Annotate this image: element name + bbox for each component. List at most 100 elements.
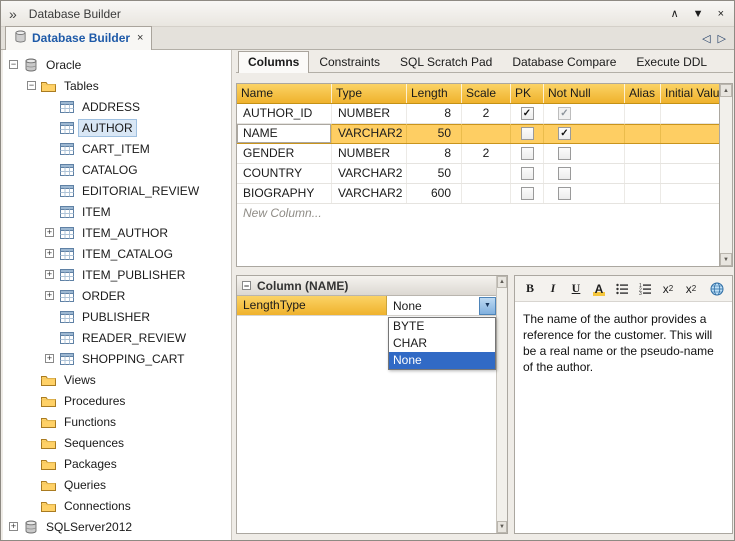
cell-name[interactable]: BIOGRAPHY (237, 184, 332, 203)
tab-database-builder[interactable]: Database Builder × (5, 26, 152, 50)
grid-scrollbar[interactable]: ▲ ▼ (720, 83, 733, 267)
dropdown-option-none[interactable]: None (389, 352, 495, 369)
pk-checkbox[interactable]: ✓ (521, 107, 534, 120)
tree-item-sqlserver2012[interactable]: +SQLServer2012 (3, 516, 231, 537)
property-group-header[interactable]: − Column (NAME) (237, 276, 496, 296)
property-scrollbar[interactable]: ▲ ▼ (496, 276, 507, 533)
cell-length[interactable]: 50 (407, 124, 462, 143)
cell-name[interactable]: COUNTRY (237, 164, 332, 183)
table-row[interactable]: NAMEVARCHAR250 ✓ (237, 124, 719, 144)
cell-length[interactable]: 600 (407, 184, 462, 203)
column-header-alias[interactable]: Alias (625, 84, 661, 103)
superscript-button[interactable]: x2 (658, 279, 678, 299)
cell-alias[interactable] (625, 104, 661, 123)
expander-box-icon[interactable]: + (45, 270, 54, 279)
cell-length[interactable]: 50 (407, 164, 462, 183)
cell-name[interactable]: AUTHOR_ID (237, 104, 332, 123)
tree-item-order[interactable]: +ORDER (3, 285, 231, 306)
combo-dropdown-button[interactable]: ▼ (479, 297, 496, 315)
cell-alias[interactable] (625, 144, 661, 163)
tree-item-sequences[interactable]: Sequences (3, 432, 231, 453)
scroll-up-button[interactable]: ▲ (497, 276, 507, 288)
table-row[interactable]: GENDERNUMBER82 (237, 144, 719, 164)
tree-item-shopping-cart[interactable]: +SHOPPING_CART (3, 348, 231, 369)
tree-item-views[interactable]: Views (3, 369, 231, 390)
cell-initial-value[interactable] (661, 164, 719, 183)
tree-item-connections[interactable]: Connections (3, 495, 231, 516)
subscript-button[interactable]: x2 (681, 279, 701, 299)
globe-button[interactable] (707, 279, 727, 299)
tree-item-author[interactable]: AUTHOR (3, 117, 231, 138)
tree-item-packages[interactable]: Packages (3, 453, 231, 474)
tree-expander-icon[interactable]: + (45, 354, 58, 363)
tree-expander-icon[interactable]: + (45, 249, 58, 258)
cell-length[interactable]: 8 (407, 144, 462, 163)
cell-initial-value[interactable] (661, 104, 719, 123)
expander-box-icon[interactable]: + (45, 291, 54, 300)
expander-box-icon[interactable]: − (9, 60, 18, 69)
tree-item-cart-item[interactable]: CART_ITEM (3, 138, 231, 159)
cell-alias[interactable] (625, 124, 661, 143)
tree-item-functions[interactable]: Functions (3, 411, 231, 432)
underline-button[interactable]: U (566, 279, 586, 299)
tree-item-reader-review[interactable]: READER_REVIEW (3, 327, 231, 348)
cell-scale[interactable]: 2 (462, 104, 511, 123)
italic-button[interactable]: I (543, 279, 563, 299)
tree-expander-icon[interactable]: − (27, 81, 40, 90)
new-column-row[interactable]: New Column... (237, 204, 719, 224)
column-header-scale[interactable]: Scale (462, 84, 511, 103)
cell-initial-value[interactable] (661, 124, 719, 143)
cell-type[interactable]: VARCHAR2 (332, 184, 407, 203)
column-header-length[interactable]: Length (407, 84, 462, 103)
scroll-down-button[interactable]: ▼ (720, 253, 732, 266)
tree-item-queries[interactable]: Queries (3, 474, 231, 495)
numbered-list-button[interactable]: 123 (635, 279, 655, 299)
notnull-checkbox[interactable]: ✓ (558, 127, 571, 140)
column-header-not-null[interactable]: Not Null (544, 84, 625, 103)
tab-close-icon[interactable]: × (137, 32, 143, 44)
font-color-button[interactable]: A (589, 279, 609, 299)
collapse-icon[interactable]: − (242, 281, 251, 290)
cell-alias[interactable] (625, 184, 661, 203)
pin-icon[interactable]: ∧ (671, 7, 679, 20)
scroll-up-button[interactable]: ▲ (720, 84, 732, 97)
cell-name[interactable]: NAME (237, 124, 332, 143)
tree-item-oracle[interactable]: −Oracle (3, 54, 231, 75)
tree-item-address[interactable]: ADDRESS (3, 96, 231, 117)
cell-scale[interactable] (462, 124, 511, 143)
tab-columns[interactable]: Columns (238, 51, 309, 73)
column-header-pk[interactable]: PK (511, 84, 544, 103)
cell-initial-value[interactable] (661, 144, 719, 163)
cell-scale[interactable] (462, 164, 511, 183)
expander-box-icon[interactable]: − (27, 81, 36, 90)
cell-type[interactable]: NUMBER (332, 144, 407, 163)
tree-item-tables[interactable]: −Tables (3, 75, 231, 96)
expander-box-icon[interactable]: + (45, 354, 54, 363)
window-menu-icon[interactable]: ▼ (693, 8, 704, 20)
tree-item-editorial-review[interactable]: EDITORIAL_REVIEW (3, 180, 231, 201)
horizontal-splitter[interactable] (236, 267, 733, 275)
cell-length[interactable]: 8 (407, 104, 462, 123)
tree-expander-icon[interactable]: − (9, 60, 22, 69)
notnull-checkbox[interactable] (558, 187, 571, 200)
notnull-checkbox[interactable] (558, 167, 571, 180)
tree-item-item-catalog[interactable]: +ITEM_CATALOG (3, 243, 231, 264)
tree-item-item-publisher[interactable]: +ITEM_PUBLISHER (3, 264, 231, 285)
dropdown-option-char[interactable]: CHAR (389, 335, 495, 352)
overflow-chevrons-icon[interactable]: » (9, 6, 17, 22)
table-row[interactable]: AUTHOR_IDNUMBER82✓✓ (237, 104, 719, 124)
notnull-checkbox[interactable]: ✓ (558, 107, 571, 120)
tree-expander-icon[interactable]: + (45, 270, 58, 279)
scroll-down-button[interactable]: ▼ (497, 521, 507, 533)
expander-box-icon[interactable]: + (45, 228, 54, 237)
nav-forward-icon[interactable]: ▷ (718, 32, 726, 45)
tab-sql-scratch-pad[interactable]: SQL Scratch Pad (390, 51, 502, 73)
bold-button[interactable]: B (520, 279, 540, 299)
cell-alias[interactable] (625, 164, 661, 183)
table-row[interactable]: COUNTRYVARCHAR250 (237, 164, 719, 184)
nav-back-icon[interactable]: ◁ (702, 32, 710, 45)
expander-box-icon[interactable]: + (9, 522, 18, 531)
tree-item-publisher[interactable]: PUBLISHER (3, 306, 231, 327)
cell-scale[interactable]: 2 (462, 144, 511, 163)
cell-type[interactable]: VARCHAR2 (332, 124, 407, 143)
